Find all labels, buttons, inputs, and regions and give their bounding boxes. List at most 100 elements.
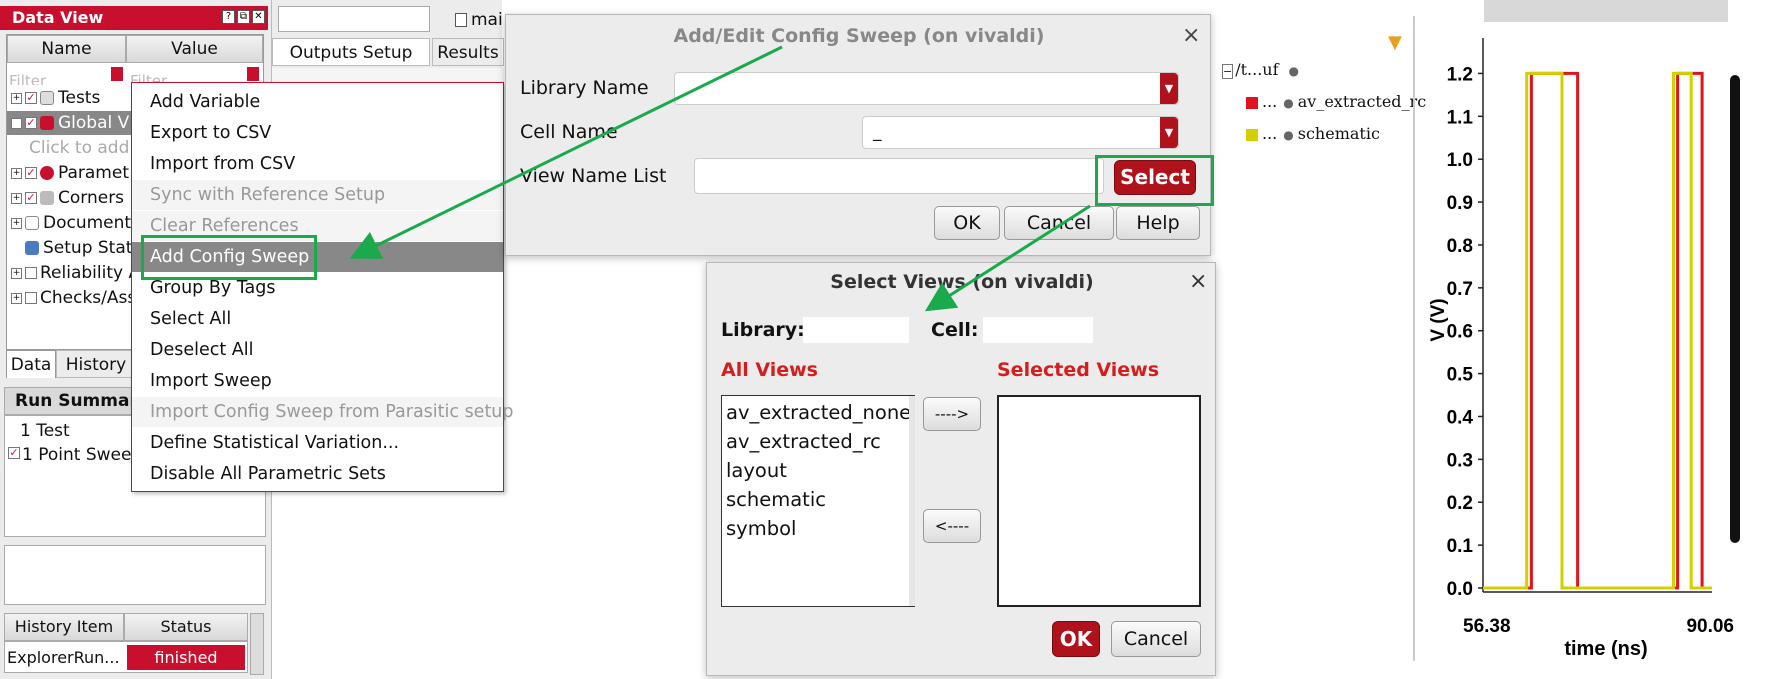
history-item-header[interactable]: History Item [4, 613, 124, 641]
filter-dropdown-icon[interactable] [247, 67, 259, 81]
status-header[interactable]: Status [124, 613, 248, 641]
tree-label: Reliability A [40, 263, 141, 283]
collapse-icon[interactable]: − [11, 117, 22, 129]
view-name-list-input[interactable] [694, 158, 1104, 194]
list-item[interactable]: symbol [726, 514, 796, 543]
cell-label: Cell: [931, 319, 979, 341]
variables-icon [40, 116, 54, 130]
tree-item-reliability[interactable]: + Reliability A [11, 261, 140, 285]
list-item[interactable]: layout [726, 456, 787, 485]
tree-item-corners[interactable]: + ✓ Corners [11, 186, 124, 210]
chart-toolbar [1484, 0, 1728, 22]
legend-item[interactable]: ... ● schematic [1246, 124, 1380, 143]
tree-item-documents[interactable]: + Document [11, 211, 131, 235]
cancel-button[interactable]: Cancel [1111, 621, 1201, 657]
ok-button[interactable]: OK [1052, 621, 1100, 657]
tree-label: Document [43, 213, 132, 233]
tree-item-setup-state[interactable]: Setup State [25, 236, 143, 260]
collapse-icon[interactable]: − [1222, 64, 1234, 79]
name-filter-input[interactable]: Filter [9, 67, 121, 85]
tree-item-global-variables[interactable]: − ✓ Global V [11, 111, 129, 135]
tree-item-checks[interactable]: + Checks/Ass [11, 286, 136, 310]
tree-label: Corners [58, 188, 125, 208]
checkbox[interactable]: ✓ [8, 447, 20, 459]
value-column-header[interactable]: Value [126, 35, 263, 63]
tab-outputs-setup[interactable]: Outputs Setup [272, 38, 430, 66]
select-views-dialog: Select Views (on vivaldi) × Library: Cel… [706, 262, 1216, 676]
eye-icon[interactable]: ● [1283, 96, 1293, 110]
dialog-title: Select Views (on vivaldi) [830, 271, 1094, 293]
search-input[interactable] [278, 6, 430, 32]
tests-icon [40, 91, 54, 105]
all-views-list[interactable]: av_extracted_none av_extracted_rc layout… [721, 395, 915, 607]
expand-icon[interactable]: + [11, 92, 22, 104]
expand-icon[interactable]: + [11, 167, 22, 179]
scrollbar[interactable] [1730, 75, 1740, 543]
tree-item-tests[interactable]: + ✓ Tests [11, 86, 100, 110]
menu-item[interactable]: Add Variable [132, 87, 503, 117]
remove-view-button[interactable]: <---- [923, 509, 981, 543]
history-pane [4, 545, 266, 605]
help-icon[interactable]: ? [222, 10, 235, 24]
menu-item[interactable]: Import Sweep [132, 366, 503, 396]
cancel-button[interactable]: Cancel [1004, 206, 1114, 240]
expand-icon[interactable]: + [11, 267, 22, 279]
menu-item[interactable]: Define Statistical Variation... [132, 428, 503, 458]
y-tick-label: 0.9 [1447, 193, 1473, 214]
chevron-down-icon[interactable]: ▼ [1160, 73, 1178, 104]
selected-views-list[interactable] [997, 395, 1201, 607]
doc-tab[interactable]: mai [455, 10, 503, 30]
checkbox[interactable] [25, 292, 37, 304]
view-name-list-label: View Name List [520, 165, 667, 187]
menu-item[interactable]: Select All [132, 304, 503, 334]
ok-button[interactable]: OK [934, 206, 1000, 240]
document-icon [455, 13, 467, 27]
click-to-add-row[interactable]: Click to add [29, 136, 129, 160]
list-item[interactable]: av_extracted_none [726, 398, 911, 427]
eye-icon[interactable]: ● [1283, 128, 1293, 142]
menu-item[interactable]: Export to CSV [132, 118, 503, 148]
menu-item[interactable]: Disable All Parametric Sets [132, 459, 503, 489]
legend-root-label: /t...uf [1235, 60, 1279, 79]
list-item[interactable]: schematic [726, 485, 826, 514]
checkbox[interactable]: ✓ [25, 192, 37, 204]
menu-item[interactable]: Deselect All [132, 335, 503, 365]
checkbox[interactable] [25, 267, 37, 279]
waveform-chart[interactable]: 0.00.10.20.30.40.50.60.70.80.91.01.11.2 … [1416, 0, 1772, 679]
help-button[interactable]: Help [1116, 206, 1200, 240]
name-column-header[interactable]: Name [7, 35, 126, 63]
menu-item[interactable]: Import from CSV [132, 149, 503, 179]
legend-root[interactable]: −/t...uf ● [1222, 60, 1299, 79]
legend-label: schematic [1297, 124, 1380, 143]
legend-item[interactable]: ... ● av_extracted_rc [1246, 92, 1426, 111]
expand-icon[interactable]: + [11, 292, 22, 304]
add-view-button[interactable]: ----> [923, 397, 981, 431]
tab-history[interactable]: History [56, 350, 136, 378]
list-item[interactable]: av_extracted_rc [726, 427, 881, 456]
library-name-select[interactable]: ▼ [674, 72, 1179, 105]
expand-icon[interactable]: + [11, 217, 22, 229]
filter-dropdown-icon[interactable] [111, 67, 123, 81]
chevron-down-icon[interactable]: ▼ [1160, 117, 1178, 148]
scrollbar[interactable] [909, 396, 915, 606]
tab-data[interactable]: Data [6, 350, 56, 378]
series-line [1483, 71, 1712, 590]
close-icon[interactable]: × [1189, 269, 1207, 294]
close-icon[interactable]: ✕ [252, 10, 265, 24]
expand-icon[interactable]: + [11, 192, 22, 204]
run-item-sweep: 1 Point Sweep [22, 445, 143, 465]
float-icon[interactable]: ⧉ [237, 10, 250, 24]
y-tick-label: 0.6 [1447, 322, 1473, 343]
cell-name-select[interactable]: _ ▼ [862, 116, 1179, 149]
scrollbar[interactable] [250, 613, 264, 675]
corners-icon [40, 191, 54, 205]
checkbox[interactable]: ✓ [25, 117, 37, 129]
tab-results[interactable]: Results [432, 38, 504, 66]
filter-icon[interactable]: ▼ [1388, 32, 1404, 53]
close-icon[interactable]: × [1182, 23, 1200, 48]
tree-label: Setup State [43, 238, 143, 258]
checkbox[interactable]: ✓ [25, 92, 37, 104]
eye-icon[interactable]: ● [1289, 64, 1299, 78]
tree-item-parameters[interactable]: + ✓ Paramet [11, 161, 129, 185]
checkbox[interactable]: ✓ [25, 167, 37, 179]
